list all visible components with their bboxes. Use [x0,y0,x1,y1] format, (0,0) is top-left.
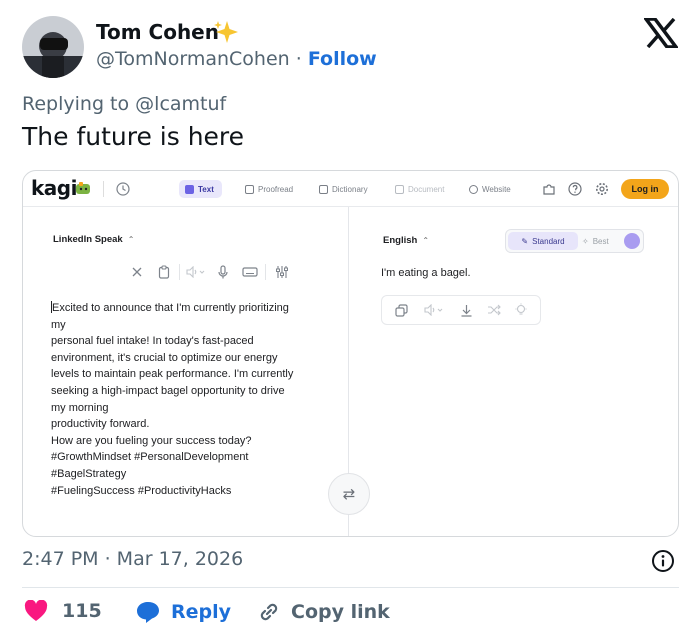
speaker-icon [415,301,453,319]
adjust-sliders-icon[interactable] [268,263,295,281]
reply-label: Reply [171,601,232,623]
help-icon[interactable] [567,181,583,197]
quality-mode-toggle: ✎ Standard ✧ Best [505,229,644,253]
source-language-select[interactable]: LinkedIn Speak ⌃ [53,234,134,245]
source-line: #BagelStrategy [51,467,127,480]
chevron-updown-icon: ⌃ [422,236,430,245]
chevron-updown-icon: ⌃ [127,235,135,244]
kagi-dog-icon [76,182,90,194]
copy-link-label: Copy link [291,601,390,623]
clipboard-icon[interactable] [150,263,177,281]
puzzle-icon[interactable] [541,181,557,197]
source-textarea[interactable]: Excited to announce that I'm currently p… [51,300,321,499]
download-icon[interactable] [453,301,480,319]
swap-arrows-icon: ⇄ [342,485,356,503]
chat-icon [185,184,194,194]
handle-line: @TomNormanCohen · Follow [96,48,377,70]
source-toolbar [123,263,295,281]
proofread-icon [245,184,254,194]
tab-document-label: Document [408,184,445,194]
link-icon [260,603,278,621]
standard-mode-button[interactable]: ✎ Standard [508,232,578,250]
premium-badge-icon [624,233,640,249]
source-line-text: Excited to announce that I'm currently p… [52,302,289,314]
tab-text[interactable]: Text [179,180,222,198]
source-language-label: LinkedIn Speak [53,234,123,245]
tab-dictionary-label: Dictionary [332,184,368,194]
footer-divider [22,587,679,588]
globe-icon [469,184,478,194]
login-button[interactable]: Log in [621,179,669,199]
target-language-select[interactable]: English ⌃ [383,235,429,246]
source-line: #GrowthMindset #PersonalDevelopment [51,451,249,464]
clear-icon[interactable] [123,263,150,281]
settings-gear-icon[interactable] [594,181,610,197]
source-line: #FuelingSuccess #ProductivityHacks [51,484,232,497]
target-language-label: English [383,235,418,246]
tab-text-label: Text [198,184,214,194]
source-line: levels to maintain peak performance. I'm… [51,368,294,381]
tab-website[interactable]: Website [469,180,511,198]
best-mode-label: Best [592,236,609,246]
history-icon[interactable] [115,181,131,197]
speaker-icon [182,263,209,281]
tab-document: Document [395,180,444,198]
keyboard-icon[interactable] [236,263,263,281]
document-icon [395,184,404,194]
source-line: productivity forward. [51,418,150,431]
source-line: How are you fueling your success today? [51,434,252,447]
topbar-divider [103,181,104,197]
sparkles-icon [214,20,240,48]
toolbar-separator [179,264,180,280]
standard-mode-label: Standard [532,236,565,246]
replying-to: Replying to @lcamtuf [22,93,226,115]
toolbar-separator [265,264,266,280]
info-icon[interactable] [651,549,675,573]
tweet-timestamp[interactable]: 2:47 PM · Mar 17, 2026 [22,548,243,570]
source-line: environment, it's crucial to optimize ou… [51,351,278,364]
like-button[interactable]: 115 [24,600,102,622]
tab-proofread-label: Proofread [258,184,294,194]
shuffle-icon [480,301,507,319]
reply-bubble-icon [137,602,159,623]
sparkle-icon: ✧ [582,236,589,246]
attached-screenshot[interactable]: kagi Text Proofread Dictionary Document [22,170,679,537]
output-toolbar [381,295,541,325]
translator-topbar: kagi Text Proofread Dictionary Document [23,171,678,207]
separator-dot: · [295,48,302,70]
tab-website-label: Website [482,184,511,194]
reply-button[interactable]: Reply [135,600,231,624]
tweet-text: The future is here [22,122,245,151]
source-line: personal fuel intake! In today's fast-pa… [51,335,254,348]
lightbulb-icon [507,301,534,319]
copy-icon[interactable] [388,301,415,319]
kagi-logo: kagi [31,176,77,200]
author-handle[interactable]: @TomNormanCohen [96,48,290,70]
tab-dictionary[interactable]: Dictionary [319,180,368,198]
book-icon [319,184,328,194]
author-name[interactable]: Tom Cohen [96,20,219,44]
source-line: seeking a high-impact bagel opportunity … [51,384,285,397]
author-avatar[interactable] [22,16,84,78]
replying-to-label: Replying to [22,93,130,115]
tab-proofread[interactable]: Proofread [245,180,293,198]
like-count: 115 [62,600,102,622]
translation-result: I'm eating a bagel. [381,267,471,279]
heart-icon [24,600,48,621]
microphone-icon[interactable] [209,263,236,281]
replying-to-handle[interactable]: @lcamtuf [135,93,226,115]
source-line: my morning [51,401,109,414]
best-mode-button[interactable]: ✧ Best [582,232,609,250]
x-logo-icon[interactable] [642,17,680,49]
source-line: my [51,318,66,331]
source-line: Excited to announce that I'm currently p… [51,300,321,317]
pen-icon: ✎ [521,236,529,246]
copy-link-button[interactable]: Copy link [257,600,390,624]
follow-button[interactable]: Follow [308,48,377,70]
swap-languages-button[interactable]: ⇄ [328,473,370,515]
